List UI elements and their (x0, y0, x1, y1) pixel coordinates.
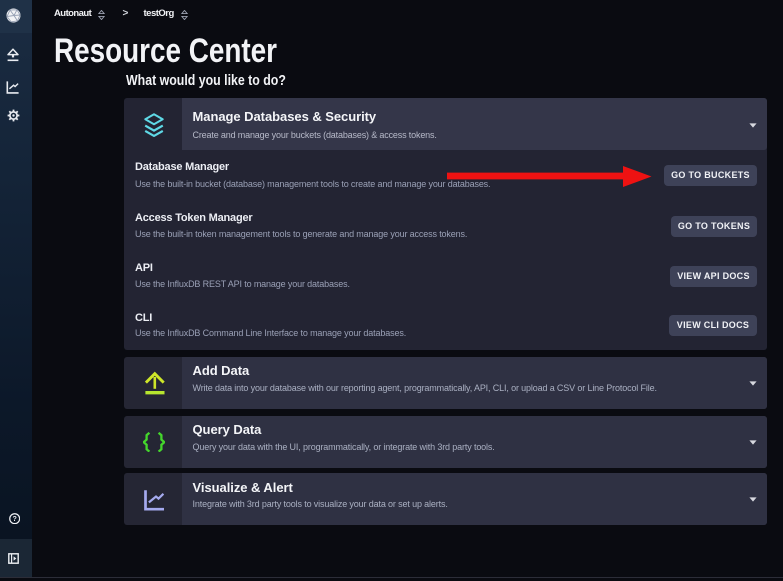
svg-text:?: ? (12, 515, 16, 523)
